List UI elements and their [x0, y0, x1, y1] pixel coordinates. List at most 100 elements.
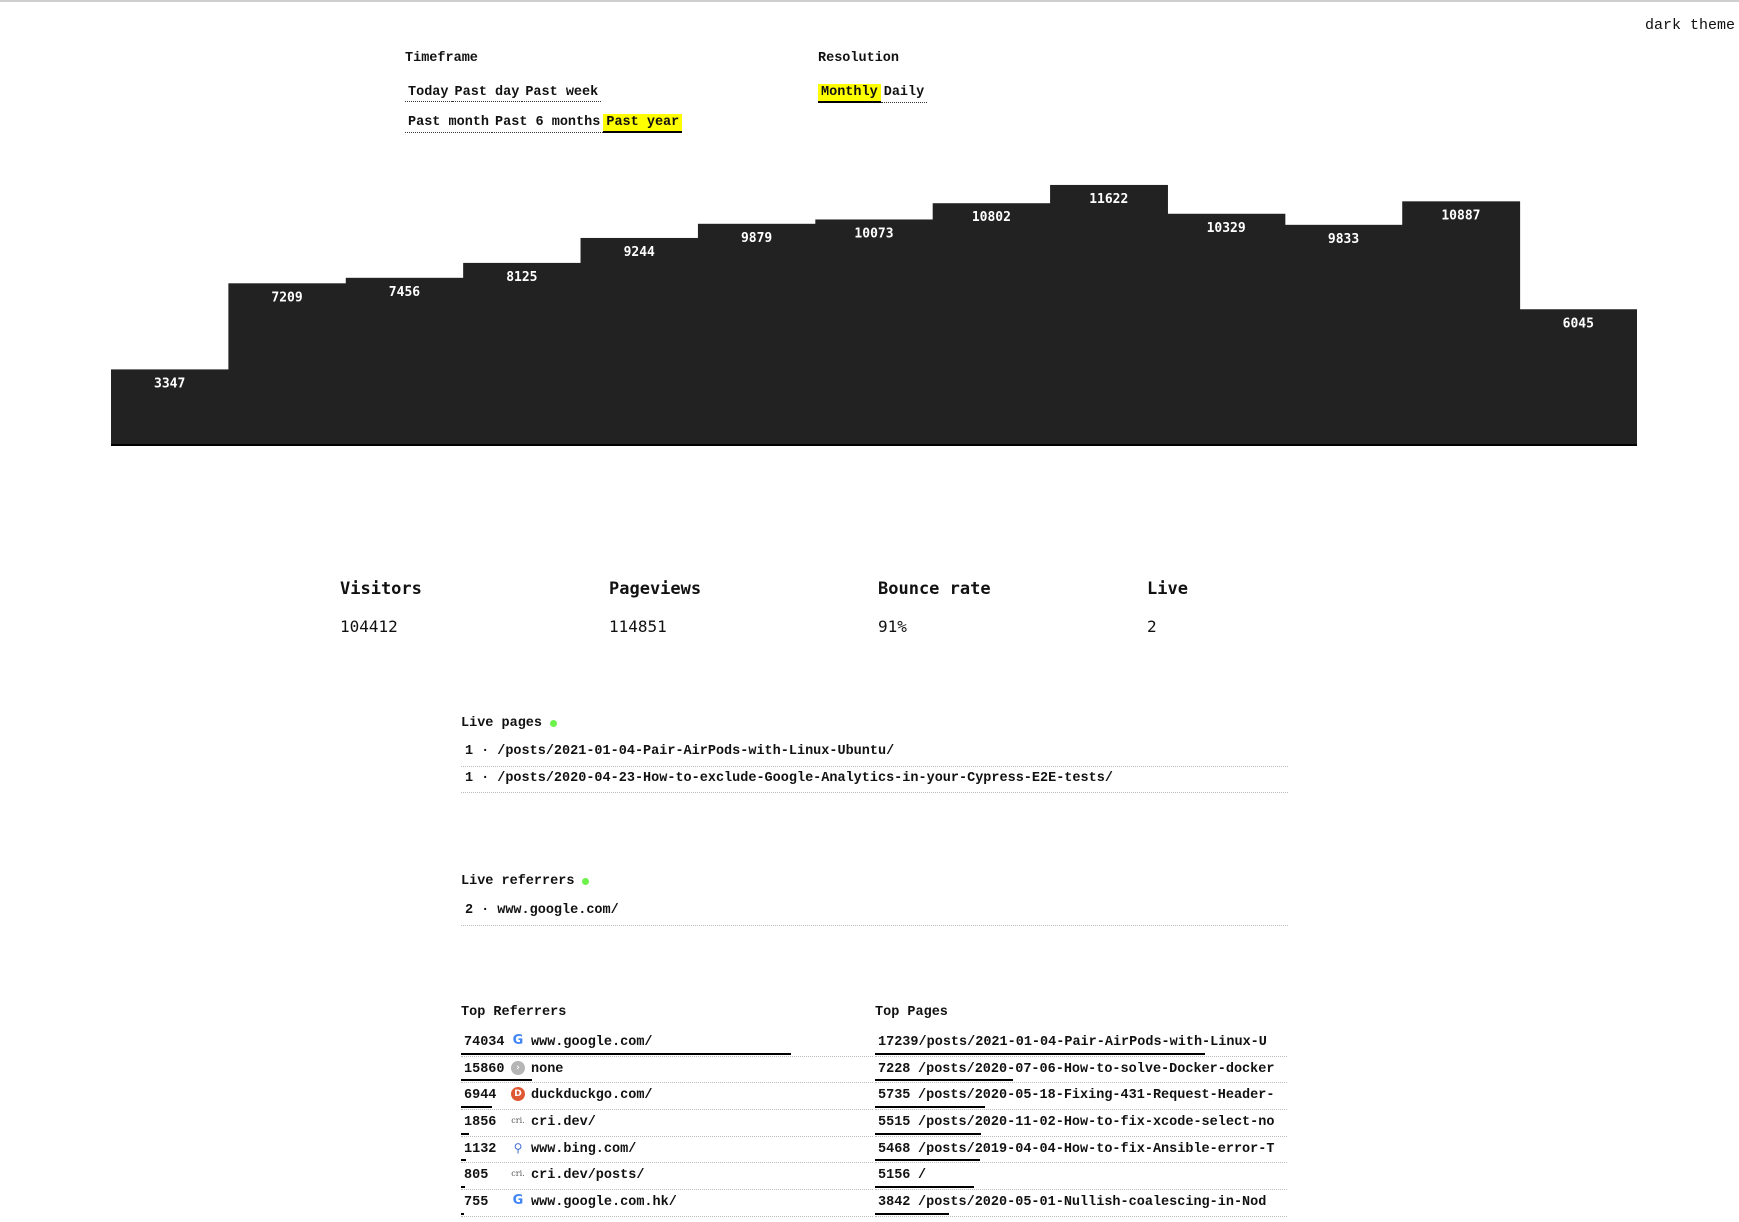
- timeframe-past-week[interactable]: Past week: [522, 84, 602, 102]
- chart-bar[interactable]: [815, 219, 934, 444]
- live-pages-heading: Live pages: [461, 716, 543, 731]
- timeframe-row-1: Today Past day Past week: [405, 84, 602, 102]
- top-referrer-item[interactable]: 74034 Gwww.google.com/: [461, 1030, 873, 1057]
- chart-bar[interactable]: [1284, 224, 1403, 444]
- page-count: 5156: [878, 1168, 911, 1184]
- page-path: /posts/2021-01-04-Pair-AirPods-with-Linu…: [918, 1034, 1267, 1050]
- cri-dev-icon: cri.: [511, 1115, 525, 1125]
- page-count: 3842: [878, 1194, 911, 1210]
- referrer-share-bar: [461, 1212, 465, 1215]
- referrer-share-bar: [461, 1132, 470, 1135]
- top-referrer-item[interactable]: 15860 › none: [461, 1057, 873, 1084]
- top-referrer-item[interactable]: 6944 Dduckduckgo.com/: [461, 1083, 873, 1111]
- live-page-item[interactable]: 1 · /posts/2021-01-04-Pair-AirPods-with-Li…: [461, 740, 1288, 767]
- top-referrer-item[interactable]: 1856 cri. cri.dev/: [461, 1110, 873, 1137]
- top-page-item[interactable]: 5468/posts/2019-04-04-How-to-fix-Ansible…: [875, 1137, 1287, 1164]
- chart-bar[interactable]: [580, 237, 699, 444]
- separator-dot: ·: [481, 770, 490, 786]
- bar-value-label: 10329: [1207, 221, 1246, 236]
- referrer-name: www.bing.com/: [531, 1141, 637, 1157]
- referrer-share-bar: [461, 1106, 492, 1109]
- bar-value-label: 7456: [389, 285, 420, 300]
- page-path: /: [918, 1168, 927, 1184]
- stat-label: Pageviews: [609, 579, 702, 599]
- timeframe-past-month[interactable]: Past month: [405, 114, 493, 133]
- google-icon: G: [512, 1032, 524, 1048]
- page-path: /posts/2020-05-01-Nullish-coalescing-in-…: [918, 1194, 1267, 1210]
- direct-traffic-icon: ›: [511, 1060, 525, 1075]
- chart-bar[interactable]: [1167, 213, 1286, 444]
- timeframe-today[interactable]: Today: [405, 84, 452, 102]
- chart-bar[interactable]: [697, 223, 816, 444]
- referrer-count: 1132: [464, 1141, 497, 1157]
- top-referrer-item[interactable]: 755 Gwww.google.com.hk/: [461, 1190, 873, 1217]
- stat-pageviews: Pageviews 114851: [609, 579, 701, 636]
- top-page-item[interactable]: 5515/posts/2020-11-02-How-to-fix-xcode-s…: [875, 1110, 1287, 1137]
- page-path: /posts/2019-04-04-How-to-fix-Ansible-err…: [918, 1141, 1275, 1157]
- cri-dev-icon: cri.: [511, 1169, 525, 1179]
- page-share-bar: [875, 1159, 980, 1162]
- live-indicator-icon: [582, 878, 590, 885]
- top-page-item[interactable]: 5735/posts/2020-05-18-Fixing-431-Request…: [875, 1083, 1287, 1111]
- chart-bar[interactable]: [345, 277, 464, 444]
- referrer-name: duckduckgo.com/: [531, 1088, 653, 1104]
- top-page-item[interactable]: 7228/posts/2020-07-06-How-to-solve-Docke…: [875, 1057, 1287, 1084]
- resolution-options: Monthly Daily: [818, 84, 928, 103]
- referrer-name: www.google.com.hk/: [531, 1194, 677, 1210]
- top-referrer-item[interactable]: 805 cri. cri.dev/posts/: [461, 1163, 873, 1191]
- referrer-count: 755: [464, 1194, 489, 1210]
- referrer-count: 15860: [464, 1061, 505, 1077]
- timeframe-past-day[interactable]: Past day: [451, 84, 523, 102]
- top-page-item[interactable]: 17239/posts/2021-01-04-Pair-AirPods-with…: [875, 1030, 1287, 1057]
- live-page-item[interactable]: 1 · /posts/2020-04-23-How-to-exclude-Googl…: [461, 767, 1288, 794]
- top-page-item[interactable]: 5156 /: [875, 1163, 1287, 1191]
- timeframe-label: Timeframe: [405, 51, 478, 66]
- chart-bar[interactable]: [932, 203, 1051, 444]
- live-referrer-item[interactable]: 2 · www.google.com/: [461, 899, 1288, 926]
- page-count: 5468: [878, 1141, 911, 1157]
- chart-bar[interactable]: [463, 262, 582, 444]
- bar-value-label: 10802: [972, 210, 1011, 225]
- bar-value-label: 9833: [1328, 232, 1359, 247]
- referrer-name: cri.dev/posts/: [531, 1168, 645, 1184]
- bar-value-label: 10887: [1441, 208, 1480, 223]
- resolution-monthly[interactable]: Monthly: [818, 84, 881, 103]
- bar-value-label: 6045: [1563, 316, 1594, 331]
- referrer-share-bar: [461, 1052, 791, 1055]
- chart-bar[interactable]: [1050, 184, 1168, 444]
- timeframe-past-6-months[interactable]: Past 6 months: [492, 114, 604, 133]
- timeframe-past-year[interactable]: Past year: [603, 114, 683, 133]
- referrer-share-bar: [461, 1159, 467, 1162]
- visits-bar-chart: 3347 7209 7456 8125 9244 9879 10073 10802 11622 1…: [111, 184, 1637, 446]
- page-share-bar: [875, 1186, 974, 1189]
- live-page-path: /posts/2020-04-23-How-to-exclude-Google-…: [497, 770, 1113, 786]
- resolution-label: Resolution: [818, 51, 900, 66]
- stat-value: 91%: [878, 617, 907, 636]
- referrer-count: 74034: [464, 1034, 505, 1050]
- live-referrers-list: 2 · www.google.com/: [461, 899, 1288, 926]
- bar-value-label: 11622: [1089, 192, 1128, 207]
- top-pages-list: 17239/posts/2021-01-04-Pair-AirPods-with…: [875, 1030, 1287, 1217]
- chart-bar[interactable]: [1402, 201, 1521, 444]
- dark-theme-toggle[interactable]: dark theme: [1645, 17, 1735, 34]
- timeframe-row-2: Past month Past 6 months Past year: [405, 114, 683, 133]
- referrer-count: 805: [464, 1168, 489, 1184]
- bar-value-label: 9244: [624, 245, 655, 260]
- page-share-bar: [875, 1106, 985, 1109]
- page-path: /posts/2020-05-18-Fixing-431-Request-Hea…: [918, 1088, 1275, 1104]
- bing-search-icon: ⚲: [513, 1140, 523, 1155]
- chart-bar[interactable]: [228, 283, 347, 444]
- referrer-share-bar: [461, 1079, 532, 1082]
- live-page-count: 1: [465, 744, 474, 759]
- stat-label: Visitors: [340, 579, 422, 599]
- stat-value: 2: [1147, 617, 1157, 636]
- top-page-item[interactable]: 3842/posts/2020-05-01-Nullish-coalescing…: [875, 1190, 1287, 1217]
- top-referrers-list: 74034 Gwww.google.com/15860 › none 6944 Dduck…: [461, 1030, 873, 1217]
- live-referrers-heading: Live referrers: [461, 874, 575, 889]
- stat-value: 104412: [340, 617, 398, 636]
- resolution-daily[interactable]: Daily: [880, 84, 928, 103]
- top-referrer-item[interactable]: 1132 ⚲ www.bing.com/: [461, 1137, 873, 1164]
- referrer-name: none: [531, 1061, 564, 1077]
- page-share-bar: [875, 1052, 1205, 1055]
- live-page-path: /posts/2021-01-04-Pair-AirPods-with-Linu…: [497, 744, 895, 759]
